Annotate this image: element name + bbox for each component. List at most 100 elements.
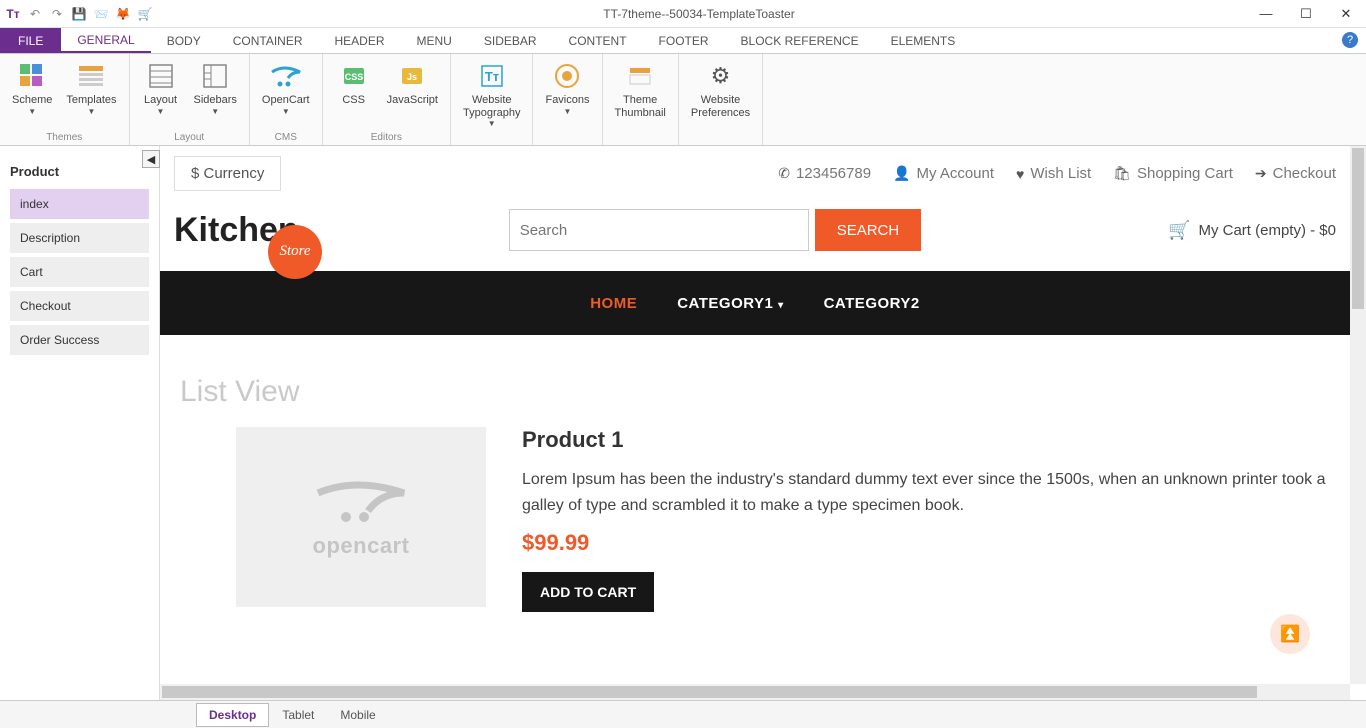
layout-icon [145,60,177,92]
sidebar-item-description[interactable]: Description [10,223,149,253]
save-icon[interactable]: 💾 [72,7,86,21]
ribbon-group-preferences: ⚙ Website Preferences [679,54,763,145]
ribbon-tab-body[interactable]: BODY [151,28,217,53]
ribbon-tab-elements[interactable]: ELEMENTS [875,28,972,53]
ribbon-group-label [719,130,722,143]
site-logo[interactable]: Kitchen Store [174,211,299,250]
product-row: opencart Product 1 Lorem Ipsum has been … [180,427,1330,612]
javascript-label: JavaScript [387,94,438,107]
search-button[interactable]: SEARCH [815,209,922,251]
nav-category2[interactable]: CATEGORY2 [824,295,920,312]
shopping-cart-link[interactable]: 🛍Shopping Cart [1113,165,1233,182]
svg-text:CSS: CSS [344,72,363,82]
product-image-placeholder[interactable]: opencart [236,427,486,607]
phone-link[interactable]: ✆123456789 [778,165,871,182]
opencart-placeholder-icon [316,475,406,525]
favicons-button[interactable]: Favicons ▼ [539,58,595,118]
maximize-button[interactable]: ☐ [1286,0,1326,28]
placeholder-text: opencart [313,533,410,559]
undo-icon[interactable]: ↶ [28,7,42,21]
horizontal-scrollbar[interactable] [160,684,1350,700]
thumbnail-button[interactable]: Theme Thumbnail [609,58,672,121]
ribbon-tab-content[interactable]: CONTENT [553,28,643,53]
cart-qat-icon[interactable]: 🛒 [138,7,152,21]
account-text: My Account [917,165,995,182]
preferences-label: Website Preferences [691,94,750,119]
logo-badge: Store [268,225,322,279]
product-info: Product 1 Lorem Ipsum has been the indus… [522,427,1330,612]
sidebar-item-order-success[interactable]: Order Success [10,325,149,355]
phone-text: 123456789 [796,165,871,182]
ribbon-tab-strip: FILE GENERAL BODY CONTAINER HEADER MENU … [0,28,1366,54]
mini-cart-text: My Cart (empty) - $0 [1198,222,1336,239]
close-button[interactable]: ✕ [1326,0,1366,28]
redo-icon[interactable]: ↷ [50,7,64,21]
firefox-icon[interactable]: 🦊 [116,7,130,21]
ribbon-tab-general[interactable]: GENERAL [61,28,150,53]
nav-home[interactable]: HOME [590,295,637,312]
site-topbar: $ Currency ✆123456789 👤My Account ♥Wish … [160,146,1350,201]
ribbon-group-label [566,130,569,143]
javascript-icon: Js [396,60,428,92]
ribbon-group-typography: Tᴛ Website Typography ▼ [451,54,533,145]
chevron-down-icon: ▼ [87,107,95,116]
search-input[interactable] [509,209,809,251]
ribbon-group-cms: OpenCart ▼ CMS [250,54,323,145]
device-tab-mobile[interactable]: Mobile [327,703,388,727]
mini-cart[interactable]: 🛒 My Cart (empty) - $0 [1168,220,1336,241]
sidebar-item-cart[interactable]: Cart [10,257,149,287]
chevron-down-icon: ▼ [282,107,290,116]
wishlist-text: Wish List [1030,165,1091,182]
ribbon-group-label [639,130,642,143]
javascript-button[interactable]: Js JavaScript [381,58,444,109]
currency-button[interactable]: $ Currency [174,156,281,191]
product-panel-title: Product [0,146,159,185]
collapse-panel-icon[interactable]: ◀ [142,150,160,168]
sidebar-item-index[interactable]: index [10,189,149,219]
ribbon-tab-footer[interactable]: FOOTER [643,28,725,53]
sidebar-item-checkout[interactable]: Checkout [10,291,149,321]
cart-icon: 🛒 [1168,220,1190,241]
arrow-right-icon: ➔ [1255,165,1267,182]
add-to-cart-button[interactable]: ADD TO CART [522,572,654,612]
ribbon-tab-menu[interactable]: MENU [401,28,468,53]
device-tab-tablet[interactable]: Tablet [269,703,327,727]
sidebars-button[interactable]: Sidebars ▼ [188,58,243,118]
scheme-button[interactable]: Scheme ▼ [6,58,58,118]
app-logo-icon: Tᴛ [6,7,20,21]
device-tab-desktop[interactable]: Desktop [196,703,269,727]
list-view-title: List View [180,375,1330,409]
chevron-down-icon: ▼ [157,107,165,116]
preferences-button[interactable]: ⚙ Website Preferences [685,58,756,121]
layout-button[interactable]: Layout ▼ [136,58,186,118]
ribbon-group-label: Themes [46,130,82,143]
help-icon[interactable]: ? [1342,32,1358,48]
minimize-button[interactable]: — [1246,0,1286,28]
checkout-link[interactable]: ➔Checkout [1255,165,1336,182]
preview-canvas[interactable]: $ Currency ✆123456789 👤My Account ♥Wish … [160,146,1350,684]
chevron-down-icon: ▼ [488,119,496,128]
templates-button[interactable]: Templates ▼ [60,58,122,118]
mail-icon[interactable]: 📨 [94,7,108,21]
shopping-cart-text: Shopping Cart [1137,165,1233,182]
ribbon-tab-header[interactable]: HEADER [319,28,401,53]
ribbon-tab-block-reference[interactable]: BLOCK REFERENCE [725,28,875,53]
ribbon-tab-sidebar[interactable]: SIDEBAR [468,28,553,53]
ribbon-group-label: CMS [275,130,297,143]
nav-category1[interactable]: CATEGORY1 ▾ [677,295,783,312]
vertical-scrollbar[interactable] [1350,146,1366,684]
favicons-label: Favicons [545,94,589,107]
ribbon-tab-container[interactable]: CONTAINER [217,28,319,53]
css-button[interactable]: CSS CSS [329,58,379,109]
account-link[interactable]: 👤My Account [893,165,994,182]
opencart-icon [270,60,302,92]
thumbnail-label: Theme Thumbnail [615,94,666,119]
opencart-label: OpenCart [262,94,310,107]
double-chevron-up-icon: ⏫ [1280,624,1300,644]
scroll-to-top-button[interactable]: ⏫ [1270,614,1310,654]
typography-button[interactable]: Tᴛ Website Typography ▼ [457,58,526,130]
product-title[interactable]: Product 1 [522,427,1330,453]
file-tab[interactable]: FILE [0,28,61,53]
wishlist-link[interactable]: ♥Wish List [1016,165,1091,182]
opencart-button[interactable]: OpenCart ▼ [256,58,316,118]
